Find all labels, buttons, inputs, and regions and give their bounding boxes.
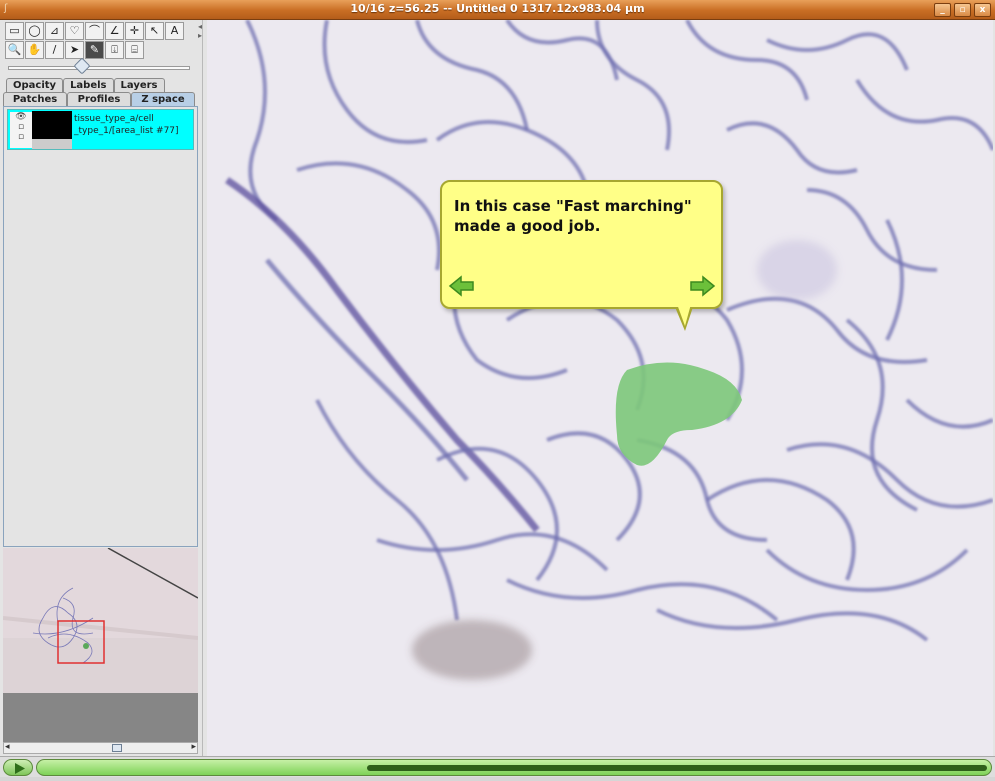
layer-item-label: tissue_type_a/cell _type_1/[area_list #7… (74, 114, 179, 136)
zspace-list: 👁 ▫ ▫ tissue_type_a/cell _type_1/[area_lis… (3, 106, 198, 547)
rectangle-tool-button[interactable]: ▭ (5, 22, 24, 40)
fill-tool-button[interactable]: ⍗ (105, 41, 124, 59)
minimap-empty-area (3, 693, 198, 742)
layer-thumbnail-strip (32, 139, 72, 149)
scroll-left-icon[interactable]: ◂ (5, 742, 10, 752)
rectangle-tool-icon: ▭ (9, 24, 20, 37)
arrow-tool-icon: ➤ (69, 43, 80, 56)
horizontal-scrollbar[interactable]: ◂ ▸ (3, 742, 198, 754)
tooltip-text: In this case "Fast marching" made a good… (454, 197, 692, 235)
magnifier-tool-icon: 🔍 (7, 43, 22, 56)
tab-row-1: Opacity Labels Layers (6, 78, 165, 92)
dropper-tool-button[interactable]: / (45, 41, 64, 59)
oval-tool-button[interactable]: ◯ (25, 22, 44, 40)
playback-bar (0, 756, 995, 777)
hand-tool-icon: ✋ (27, 43, 42, 56)
fill-tool-icon: ⍗ (111, 43, 118, 56)
oval-tool-icon: ◯ (28, 24, 41, 37)
tooltip-tail-inner (677, 304, 691, 326)
pen-tool-icon: ✎ (89, 43, 100, 56)
wand-tool-button[interactable]: ↖ (145, 22, 164, 40)
angle-tool-button[interactable]: ∠ (105, 22, 124, 40)
app-window: ʃ 10/16 z=56.25 -- Untitled 0 1317.12x98… (0, 0, 995, 777)
polyline-tool-icon: ⌒ (89, 24, 100, 37)
tab-row-2: Patches Profiles Z space (3, 92, 195, 106)
polyline-tool-button[interactable]: ⌒ (85, 22, 104, 40)
play-icon (15, 763, 25, 774)
tab-layers[interactable]: Layers (113, 78, 165, 92)
tab-patches[interactable]: Patches (3, 92, 67, 106)
arrow-left-icon[interactable] (448, 274, 476, 298)
progress-fill (366, 765, 987, 771)
opacity-slider-thumb[interactable] (73, 57, 91, 75)
hand-tool-button[interactable]: ✋ (25, 41, 44, 59)
magnifier-tool-button[interactable]: 🔍 (5, 41, 24, 59)
progress-bar[interactable] (36, 759, 992, 776)
tab-opacity[interactable]: Opacity (6, 78, 64, 92)
close-button[interactable]: x (974, 3, 991, 17)
tutorial-tooltip: In this case "Fast marching" made a good… (440, 180, 723, 331)
microscopy-image (207, 20, 993, 756)
minimap-image (3, 548, 198, 664)
align-tool-button[interactable]: ⌸ (125, 41, 144, 59)
wand-tool-icon: ↖ (149, 24, 160, 37)
eye-icon[interactable]: 👁 ▫ ▫ (10, 112, 32, 148)
list-item[interactable]: 👁 ▫ ▫ tissue_type_a/cell _type_1/[area_lis… (7, 109, 194, 150)
collapse-panel-icon[interactable]: ◂ ▸ (198, 22, 204, 40)
angle-tool-icon: ∠ (109, 24, 120, 37)
maximize-button[interactable]: ▫ (954, 3, 971, 17)
freehand-tool-icon: ♡ (69, 24, 80, 37)
title-bar[interactable]: ʃ 10/16 z=56.25 -- Untitled 0 1317.12x98… (0, 0, 995, 20)
polygon-tool-button[interactable]: ⊿ (45, 22, 64, 40)
text-tool-icon: A (170, 24, 179, 37)
play-button[interactable] (3, 759, 33, 776)
freehand-tool-button[interactable]: ♡ (65, 22, 84, 40)
arrow-right-icon[interactable] (688, 274, 716, 298)
tool-row-1: ▭ ◯ ⊿ ♡ ⌒ ∠ ✛ ↖ A (5, 22, 184, 40)
tab-z-space[interactable]: Z space (131, 92, 195, 106)
scrollbar-thumb[interactable] (112, 744, 122, 752)
scroll-right-icon[interactable]: ▸ (191, 742, 196, 752)
minimize-button[interactable]: _ (934, 3, 951, 17)
opacity-slider-track[interactable] (8, 66, 190, 70)
tab-profiles[interactable]: Profiles (67, 92, 131, 106)
dropper-tool-icon: / (52, 43, 57, 56)
image-canvas[interactable]: In this case "Fast marching" made a good… (207, 20, 993, 756)
pen-tool-button[interactable]: ✎ (85, 41, 104, 59)
tab-labels[interactable]: Labels (63, 78, 114, 92)
align-tool-icon: ⌸ (131, 43, 138, 56)
polygon-tool-icon: ⊿ (49, 24, 60, 37)
window-title: 10/16 z=56.25 -- Untitled 0 1317.12x983.… (350, 2, 645, 15)
text-tool-button[interactable]: A (165, 22, 184, 40)
navigator-minimap[interactable] (3, 548, 198, 693)
arrow-tool-button[interactable]: ➤ (65, 41, 84, 59)
point-tool-icon: ✛ (129, 24, 140, 37)
point-tool-button[interactable]: ✛ (125, 22, 144, 40)
tool-row-2: 🔍 ✋ / ➤ ✎ ⍗ ⌸ (5, 41, 144, 59)
layer-thumbnail (32, 111, 72, 139)
left-panel: ▭ ◯ ⊿ ♡ ⌒ ∠ ✛ ↖ A 🔍 ✋ / ➤ ✎ ⍗ ⌸ ◂ ▸ Opacity Labels Laye… (0, 20, 203, 757)
